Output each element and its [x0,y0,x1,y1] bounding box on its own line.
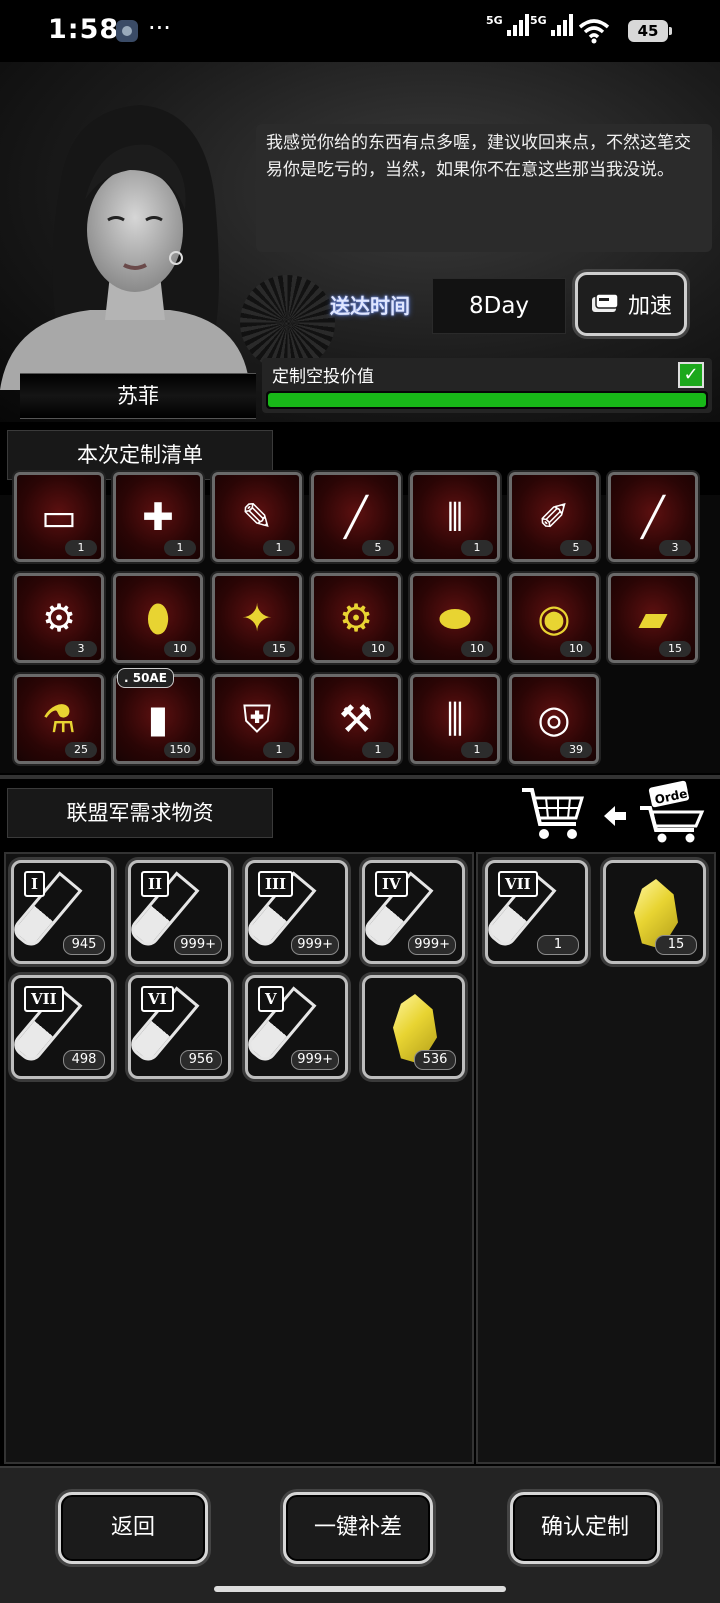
custom-item-slot[interactable]: ⚙ 3 [14,573,104,663]
character-name: 苏菲 [20,373,256,419]
item-count: 15 [263,641,295,657]
back-button[interactable]: 返回 [58,1492,208,1564]
custom-item-slot[interactable]: ▭ 1 [14,472,104,562]
speed-up-label: 加速 [627,294,672,319]
item-count: 945 [63,935,105,955]
item-count: 536 [414,1050,456,1070]
airdrop-value-label: 定制空投价值 [272,367,374,387]
item-count: 999+ [291,1050,339,1070]
item-count: 10 [560,641,592,657]
item-count: 10 [461,641,493,657]
item-count: 5 [560,540,592,556]
ammo-caliber-badge: . 50AE [117,668,174,688]
item-count: 1 [461,540,493,556]
fill-gap-button[interactable]: 一键补差 [283,1492,433,1564]
item-count: 999+ [174,935,222,955]
section-divider [0,775,720,779]
serum-item-slot[interactable]: I 945 [11,860,114,964]
item-count: 1 [362,742,394,758]
home-indicator[interactable] [214,1586,506,1592]
item-count: 15 [659,641,691,657]
item-count: 15 [655,935,697,955]
custom-item-slot[interactable]: ✚ 1 [113,472,203,562]
item-count: 999+ [408,935,456,955]
cart-order-area: Order [520,780,710,850]
crystal-item-slot[interactable]: 15 [603,860,706,964]
speed-up-button[interactable]: 加速 [575,272,687,336]
item-count: 1 [263,540,295,556]
item-count: 1 [537,935,579,955]
battery-icon: 45 [628,20,672,42]
custom-item-slot[interactable]: ⛨ 1 [212,674,302,764]
crystal-item-slot[interactable]: 536 [362,975,465,1079]
order-cart-icon[interactable]: Order [638,780,708,846]
serum-item-slot[interactable]: VII 498 [11,975,114,1079]
serum-item-slot[interactable]: V 999+ [245,975,348,1079]
item-count: 1 [65,540,97,556]
arrow-left-icon [604,806,626,826]
tab-alliance-supplies[interactable]: 联盟军需求物资 [7,788,273,838]
ticket-icon [591,293,619,312]
network-5g-label: 5G [486,14,503,27]
tier-label: VII [24,986,64,1012]
custom-item-slot[interactable]: ⚒ 1 [311,674,401,764]
item-count: 999+ [291,935,339,955]
item-count: 150 [164,742,196,758]
confirm-custom-button[interactable]: 确认定制 [510,1492,660,1564]
item-count: 3 [659,540,691,556]
more-notifications-icon: ··· [148,14,171,42]
custom-item-slot[interactable]: ╱ 5 [311,472,401,562]
item-count: 1 [263,742,295,758]
tier-label: I [24,871,46,897]
decor-fan [240,275,335,370]
custom-item-slot[interactable]: ✎ 1 [212,472,302,562]
custom-item-slot[interactable]: ✦ 15 [212,573,302,663]
character-portrait [0,105,250,390]
item-count: 1 [164,540,196,556]
wifi-icon [578,19,610,44]
item-count: 498 [63,1050,105,1070]
tier-label: VII [498,871,538,897]
serum-item-slot[interactable]: III 999+ [245,860,348,964]
item-count: 956 [180,1050,222,1070]
custom-item-slot[interactable]: ⫴ 1 [410,472,500,562]
custom-item-slot[interactable]: ⚗ 25 [14,674,104,764]
item-count: 5 [362,540,394,556]
status-time: 1:58 [48,14,120,45]
item-count: 10 [164,641,196,657]
custom-item-slot[interactable]: ⫼ 1 [410,674,500,764]
tier-label: V [258,986,284,1012]
tier-label: III [258,871,294,897]
custom-item-slot[interactable]: ◉ 10 [509,573,599,663]
custom-item-slot[interactable]: ⬮ 10 [113,573,203,663]
delivery-time-label: 送达时间 [330,294,410,318]
airdrop-value-fill [268,393,706,407]
delivery-time-value: 8Day [432,278,566,334]
signal-1-icon: 5G [486,14,529,36]
item-count: 3 [65,641,97,657]
cart-icon[interactable] [520,786,586,844]
serum-item-slot[interactable]: IV 999+ [362,860,465,964]
custom-item-slot[interactable]: ⚙ 10 [311,573,401,663]
app-notification-icon [116,20,138,42]
item-count: 39 [560,742,592,758]
check-icon: ✓ [678,362,704,388]
serum-item-slot[interactable]: VII 1 [485,860,588,964]
serum-item-slot[interactable]: II 999+ [128,860,231,964]
signal-2-icon: 5G [530,14,573,36]
custom-item-slot[interactable]: ⬬ 10 [410,573,500,663]
custom-item-slot[interactable]: ✐ 5 [509,472,599,562]
custom-item-slot[interactable]: ◎ 39 [509,674,599,764]
tier-label: II [141,871,170,897]
serum-item-slot[interactable]: VI 956 [128,975,231,1079]
tier-label: VI [141,986,174,1012]
item-count: 25 [65,742,97,758]
item-count: 10 [362,641,394,657]
item-count: 1 [461,742,493,758]
network-5g-label-2: 5G [530,14,547,27]
custom-item-slot[interactable]: ▰ 15 [608,573,698,663]
custom-item-slot[interactable]: ╱ 3 [608,472,698,562]
tier-label: IV [375,871,408,897]
dialog-bubble: 我感觉你给的东西有点多喔，建议收回来点，不然这笔交易你是吃亏的，当然，如果你不在… [256,124,712,252]
